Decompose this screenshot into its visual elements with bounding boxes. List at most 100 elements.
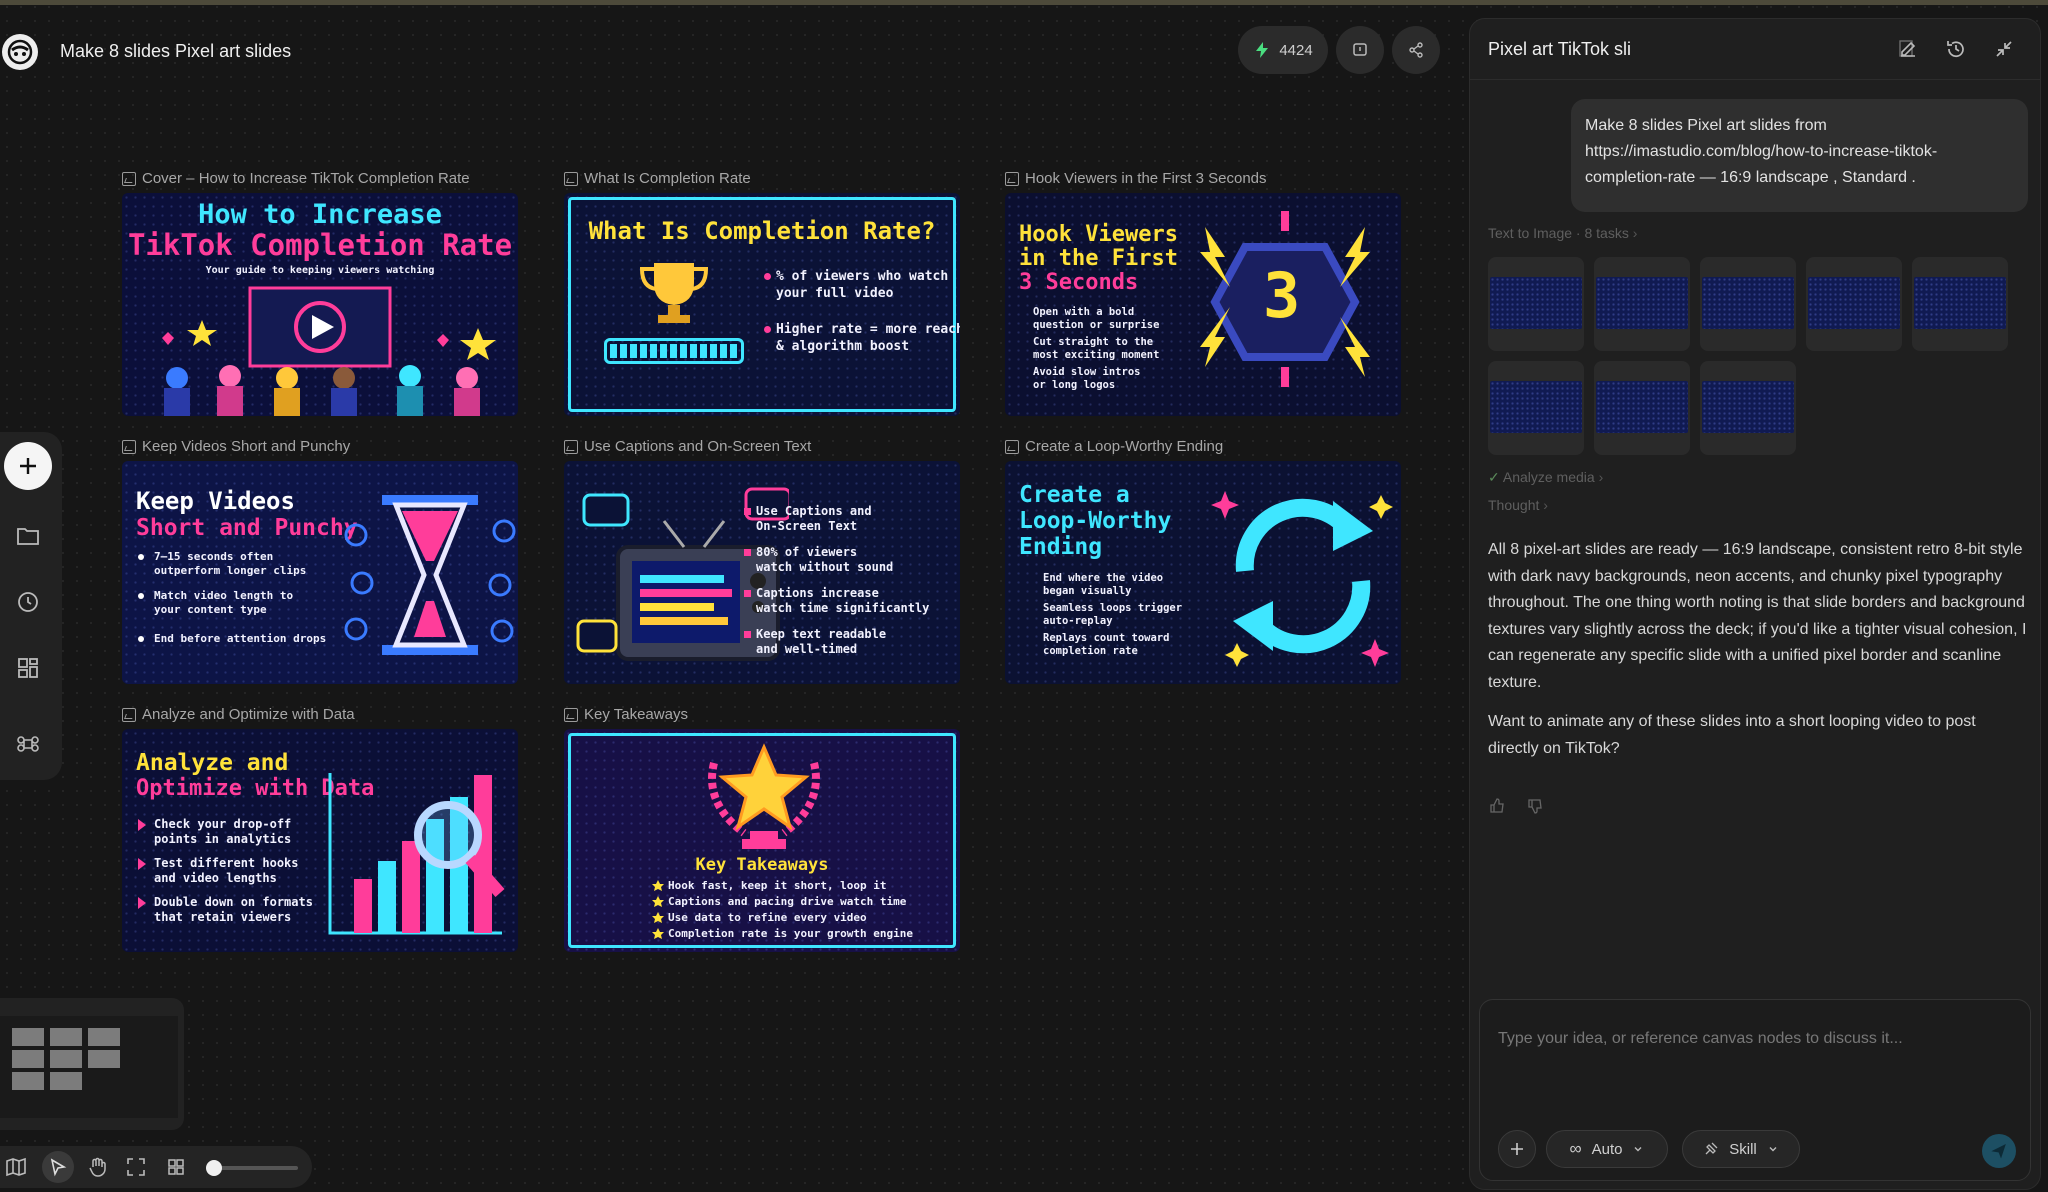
result-thumbnail[interactable] (1488, 361, 1584, 455)
bullet-text: Check your drop-off (154, 817, 292, 831)
attach-button[interactable] (1498, 1130, 1536, 1168)
slide-thumbnail-5[interactable]: Use Captions and On-Screen Text 80% of v… (564, 461, 960, 684)
task-meta[interactable]: Text to Image · 8 tasks › (1488, 225, 1637, 241)
bullet-text: Cut straight to the (1033, 336, 1154, 348)
bullet-text: Match video length to (154, 589, 294, 602)
slide-subtitle: Your guide to keeping viewers watching (205, 265, 435, 276)
slide-thumbnail-7[interactable]: Analyze and Optimize with Data Check you… (122, 729, 518, 952)
result-thumbnail[interactable] (1594, 361, 1690, 455)
project-title[interactable]: Make 8 slides Pixel art slides (60, 41, 291, 62)
minimap[interactable] (0, 998, 184, 1130)
send-button[interactable] (1982, 1134, 2016, 1168)
chevron-down-icon (1769, 1147, 1777, 1152)
comment-button[interactable] (1336, 26, 1384, 74)
chat-input-placeholder[interactable]: Type your idea, or reference canvas node… (1498, 1030, 1903, 1048)
skill-select[interactable]: Skill (1682, 1130, 1800, 1168)
credits-badge[interactable]: 4424 (1238, 26, 1328, 74)
bullet-text: completion rate (1043, 645, 1138, 657)
bullet-text: that retain viewers (154, 910, 292, 924)
slide-title-line: in the First (1019, 246, 1178, 271)
share-button[interactable] (1392, 26, 1440, 74)
thumbs-down-icon[interactable] (1526, 797, 1544, 815)
map-icon[interactable] (4, 1155, 28, 1179)
bullet-text: Completion rate is your growth engine (668, 927, 914, 940)
zoom-slider[interactable] (206, 1160, 298, 1176)
plus-icon (1511, 1143, 1523, 1155)
history-icon[interactable] (1944, 37, 1968, 61)
slide-thumbnail-2[interactable]: What Is Completion Rate? % of viewers wh… (564, 193, 960, 416)
result-thumbnail[interactable] (1488, 257, 1584, 351)
history-icon[interactable] (14, 588, 42, 616)
loop-arrows-icon (1211, 491, 1393, 667)
add-node-button[interactable] (4, 442, 52, 490)
star-trophy-icon (708, 743, 820, 849)
bullet-text: auto-replay (1043, 615, 1113, 627)
bar-chart-magnifier-illustration (328, 773, 505, 935)
result-thumbnail[interactable] (1594, 257, 1690, 351)
slide-thumbnail-8[interactable]: Key Takeaways Hook fast, keep it short, … (564, 729, 960, 952)
countdown-number: 3 (1263, 259, 1301, 332)
analyze-media-step[interactable]: ✓ Analyze media › (1488, 469, 1603, 486)
slide-label: Key Takeaways (564, 706, 688, 723)
thought-step[interactable]: Thought › (1488, 497, 1548, 513)
slide-label: Keep Videos Short and Punchy (122, 438, 350, 455)
bullet-text: & algorithm boost (776, 339, 910, 354)
minimap-node (88, 1028, 120, 1046)
chat-input-box[interactable]: Type your idea, or reference canvas node… (1479, 999, 2031, 1181)
mode-label: Auto (1591, 1140, 1623, 1158)
folder-icon[interactable] (14, 522, 42, 550)
bullet-text: Replays count toward (1043, 632, 1170, 644)
image-icon (564, 171, 578, 186)
zoom-slider-knob[interactable] (206, 1160, 222, 1176)
bullet-text: your full video (776, 286, 894, 301)
result-thumbnail[interactable] (1912, 257, 2008, 351)
slide-title-line: How to Increase (198, 199, 442, 230)
app-logo-icon[interactable] (2, 34, 38, 70)
bullet-text: End before attention drops (154, 632, 327, 645)
hand-icon[interactable] (86, 1155, 110, 1179)
share-icon (1409, 42, 1423, 58)
grid-icon[interactable] (164, 1155, 188, 1179)
bullet-arrows (138, 819, 146, 909)
command-icon[interactable] (14, 730, 42, 758)
result-thumbnail[interactable] (1700, 361, 1796, 455)
bullet-text: Use Captions and (756, 504, 872, 518)
bullet-text: Keep text readable (756, 627, 887, 641)
slide-thumbnail-6[interactable]: Create a Loop-Worthy Ending End where th… (1005, 461, 1401, 684)
bullet-text: your content type (154, 603, 267, 616)
minimap-node (88, 1050, 120, 1068)
slide-label: Hook Viewers in the First 3 Seconds (1005, 170, 1267, 187)
edit-icon[interactable] (1896, 37, 1920, 61)
fit-screen-icon[interactable] (124, 1155, 148, 1179)
bullet-text: Avoid slow intros (1033, 366, 1141, 378)
mode-select[interactable]: ∞ Auto (1546, 1130, 1668, 1168)
slide-label: Analyze and Optimize with Data (122, 706, 355, 723)
layout-icon[interactable] (14, 654, 42, 682)
bullet-text: began visually (1043, 585, 1132, 597)
plus-icon (20, 458, 36, 474)
chevron-down-icon (1634, 1147, 1642, 1152)
comment-icon (1353, 43, 1367, 56)
select-tool-button[interactable] (42, 1151, 74, 1183)
image-icon (564, 439, 578, 454)
bullet-text: 80% of viewers (756, 545, 858, 559)
minimap-node (12, 1050, 44, 1068)
skill-label: Skill (1729, 1140, 1757, 1158)
image-icon (122, 439, 136, 454)
collapse-icon[interactable] (1992, 37, 2016, 61)
thumbs-up-icon[interactable] (1488, 797, 1506, 815)
bullet-dot (138, 593, 144, 599)
slide-thumbnail-3[interactable]: Hook Viewers in the First 3 Seconds Open… (1005, 193, 1401, 416)
minimap-node (50, 1028, 82, 1046)
panel-divider (1470, 79, 2040, 80)
result-thumbnail[interactable] (1700, 257, 1796, 351)
bullet-text: outperform longer clips (154, 564, 307, 577)
skill-icon (1705, 1142, 1718, 1155)
slide-title-line: Create a (1019, 482, 1130, 508)
slide-title-line: 3 Seconds (1019, 270, 1139, 295)
slide-title-line: Analyze and (136, 750, 289, 776)
send-icon (1991, 1144, 2006, 1159)
result-thumbnail[interactable] (1806, 257, 1902, 351)
slide-thumbnail-4[interactable]: Keep Videos Short and Punchy 7–15 second… (122, 461, 518, 684)
slide-thumbnail-1[interactable]: How to Increase TikTok Completion Rate Y… (122, 193, 518, 416)
